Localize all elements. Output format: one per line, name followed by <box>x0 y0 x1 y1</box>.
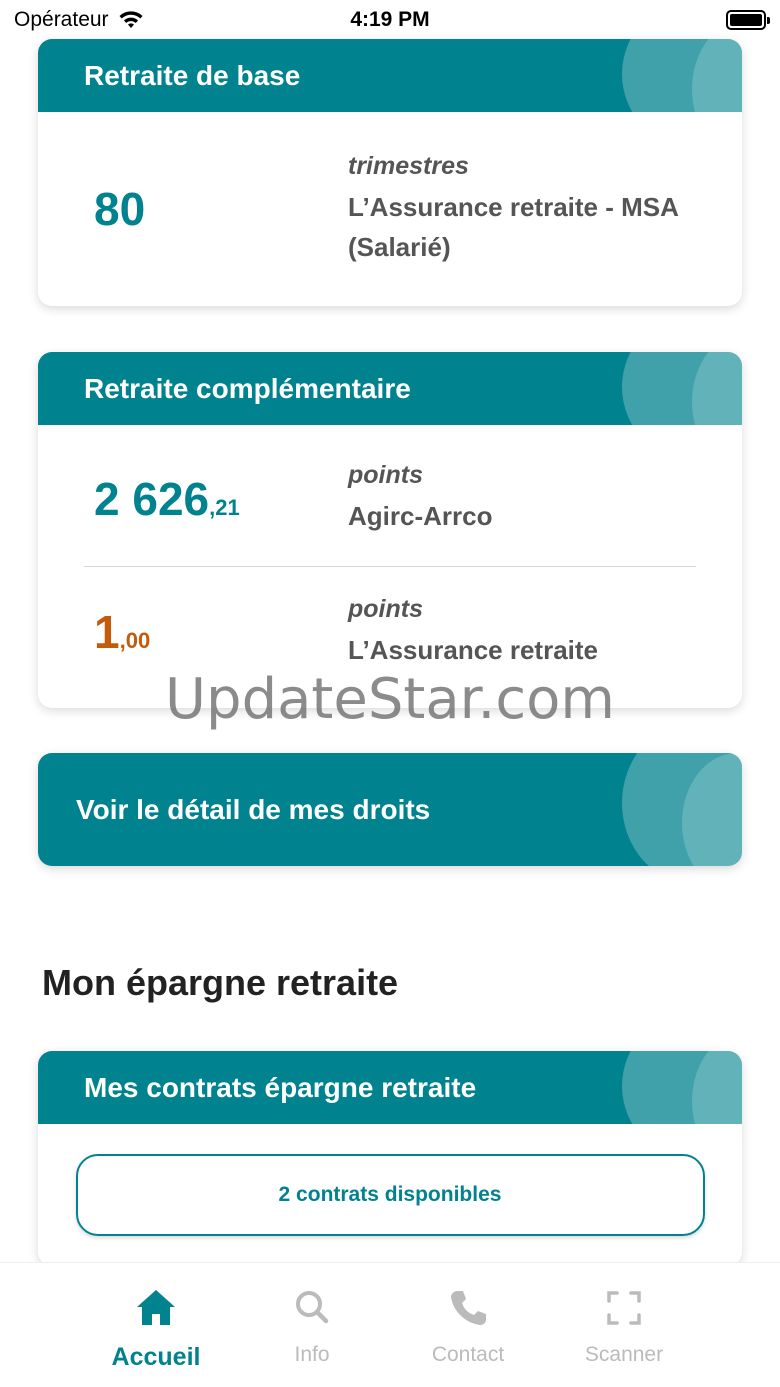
unit-label: points <box>348 594 423 623</box>
tab-info[interactable]: Info <box>234 1263 390 1387</box>
tab-accueil[interactable]: Accueil <box>78 1263 234 1387</box>
savings-contracts-card: Mes contrats épargne retraite 2 contrats… <box>38 1051 742 1266</box>
points-row: 2 626,21 points Agirc-Arrco <box>38 425 742 566</box>
scan-icon <box>607 1291 641 1325</box>
tab-label: Accueil <box>111 1343 201 1371</box>
tab-label: Contact <box>431 1343 505 1366</box>
search-icon <box>296 1291 329 1324</box>
base-row: 80 trimestres L’Assurance retraite - MSA… <box>38 112 742 306</box>
points-value: 2 626,21 <box>94 472 240 525</box>
tab-contact[interactable]: Contact <box>390 1263 546 1387</box>
contracts-available-button[interactable]: 2 contrats disponibles <box>75 1154 705 1236</box>
button-label: Voir le détail de mes droits <box>76 793 431 825</box>
card-header: Mes contrats épargne retraite <box>38 1051 742 1124</box>
tab-label: Info <box>294 1343 330 1366</box>
tab-bar: Accueil Info Contact Scanner <box>0 1262 780 1387</box>
carrier-label: Opérateur <box>14 8 109 31</box>
card-header: Retraite complémentaire <box>38 352 742 425</box>
tab-label: Scanner <box>584 1343 664 1366</box>
card-header: Retraite de base <box>38 39 742 112</box>
status-bar: Opérateur 4:19 PM <box>0 0 780 40</box>
quarters-value: 80 <box>94 183 146 235</box>
battery-icon <box>726 10 770 30</box>
points-row: 1,00 points L’Assurance retraite <box>38 567 742 697</box>
unit-label: points <box>348 461 423 489</box>
complementary-retirement-card: Retraite complémentaire 2 626,21 points … <box>38 352 742 708</box>
card-title: Mes contrats épargne retraite <box>84 1071 477 1103</box>
row-text: points L’Assurance retraite <box>348 595 696 670</box>
org-label: L’Assurance retraite <box>348 634 599 665</box>
savings-section-title: Mon épargne retraite <box>42 962 399 1003</box>
decoration-wrapper <box>602 753 742 866</box>
card-title: Retraite de base <box>84 59 301 91</box>
phone-icon <box>451 1291 486 1325</box>
org-label: Agirc-Arrco <box>348 501 493 531</box>
status-left: Opérateur <box>14 8 145 32</box>
view-rights-detail-button[interactable]: Voir le détail de mes droits <box>38 753 742 866</box>
unit-label: trimestres <box>348 151 469 180</box>
row-text: points Agirc-Arrco <box>348 461 696 536</box>
points-value: 1,00 <box>94 606 151 658</box>
tab-scanner[interactable]: Scanner <box>546 1263 702 1387</box>
home-icon <box>137 1290 175 1325</box>
base-retirement-card: Retraite de base 80 trimestres L’Assuran… <box>38 39 742 306</box>
org-label: L’Assurance retraite - MSA (Salarié) <box>348 191 679 262</box>
row-text: trimestres L’Assurance retraite - MSA (S… <box>348 152 696 267</box>
wifi-icon <box>119 11 143 28</box>
card-title: Retraite complémentaire <box>84 372 411 404</box>
